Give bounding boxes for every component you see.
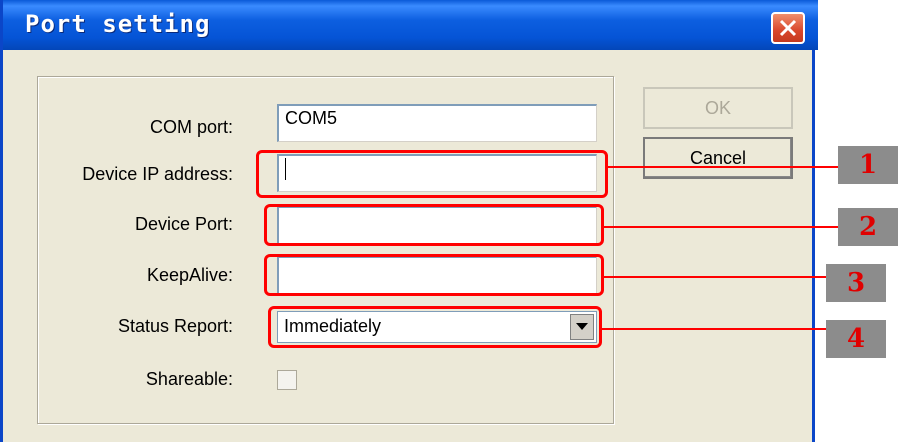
close-icon xyxy=(779,19,797,37)
callout-line-3 xyxy=(604,276,826,278)
window-title: Port setting xyxy=(25,10,211,38)
com-port-value: COM5 xyxy=(285,108,338,128)
ok-button[interactable]: OK xyxy=(643,87,793,129)
device-port-label: Device Port: xyxy=(134,214,233,234)
callout-outline-1 xyxy=(256,150,608,198)
com-port-field[interactable]: COM5 xyxy=(277,104,597,142)
cancel-button-label: Cancel xyxy=(689,148,747,168)
shareable-checkbox[interactable] xyxy=(277,370,297,390)
callout-number-2: 2 xyxy=(838,208,898,246)
callout-number-1: 1 xyxy=(838,146,898,184)
keepalive-label: KeepAlive: xyxy=(146,265,233,285)
com-port-label: COM port: xyxy=(149,117,233,137)
ok-button-label: OK xyxy=(704,98,731,118)
callout-outline-3 xyxy=(264,254,604,296)
callout-outline-4 xyxy=(268,306,602,348)
shareable-label: Shareable: xyxy=(145,369,233,389)
callout-number-3: 3 xyxy=(826,264,886,302)
callout-number-4: 4 xyxy=(826,320,886,358)
cancel-button[interactable]: Cancel xyxy=(643,137,793,179)
title-bar[interactable]: Port setting xyxy=(3,0,818,50)
callout-line-4 xyxy=(602,328,826,330)
close-button[interactable] xyxy=(771,12,805,44)
device-ip-label: Device IP address: xyxy=(82,164,233,184)
status-report-label: Status Report: xyxy=(117,316,233,336)
callout-outline-2 xyxy=(264,204,604,246)
callout-line-2 xyxy=(604,226,838,228)
callout-line-1 xyxy=(608,166,838,168)
